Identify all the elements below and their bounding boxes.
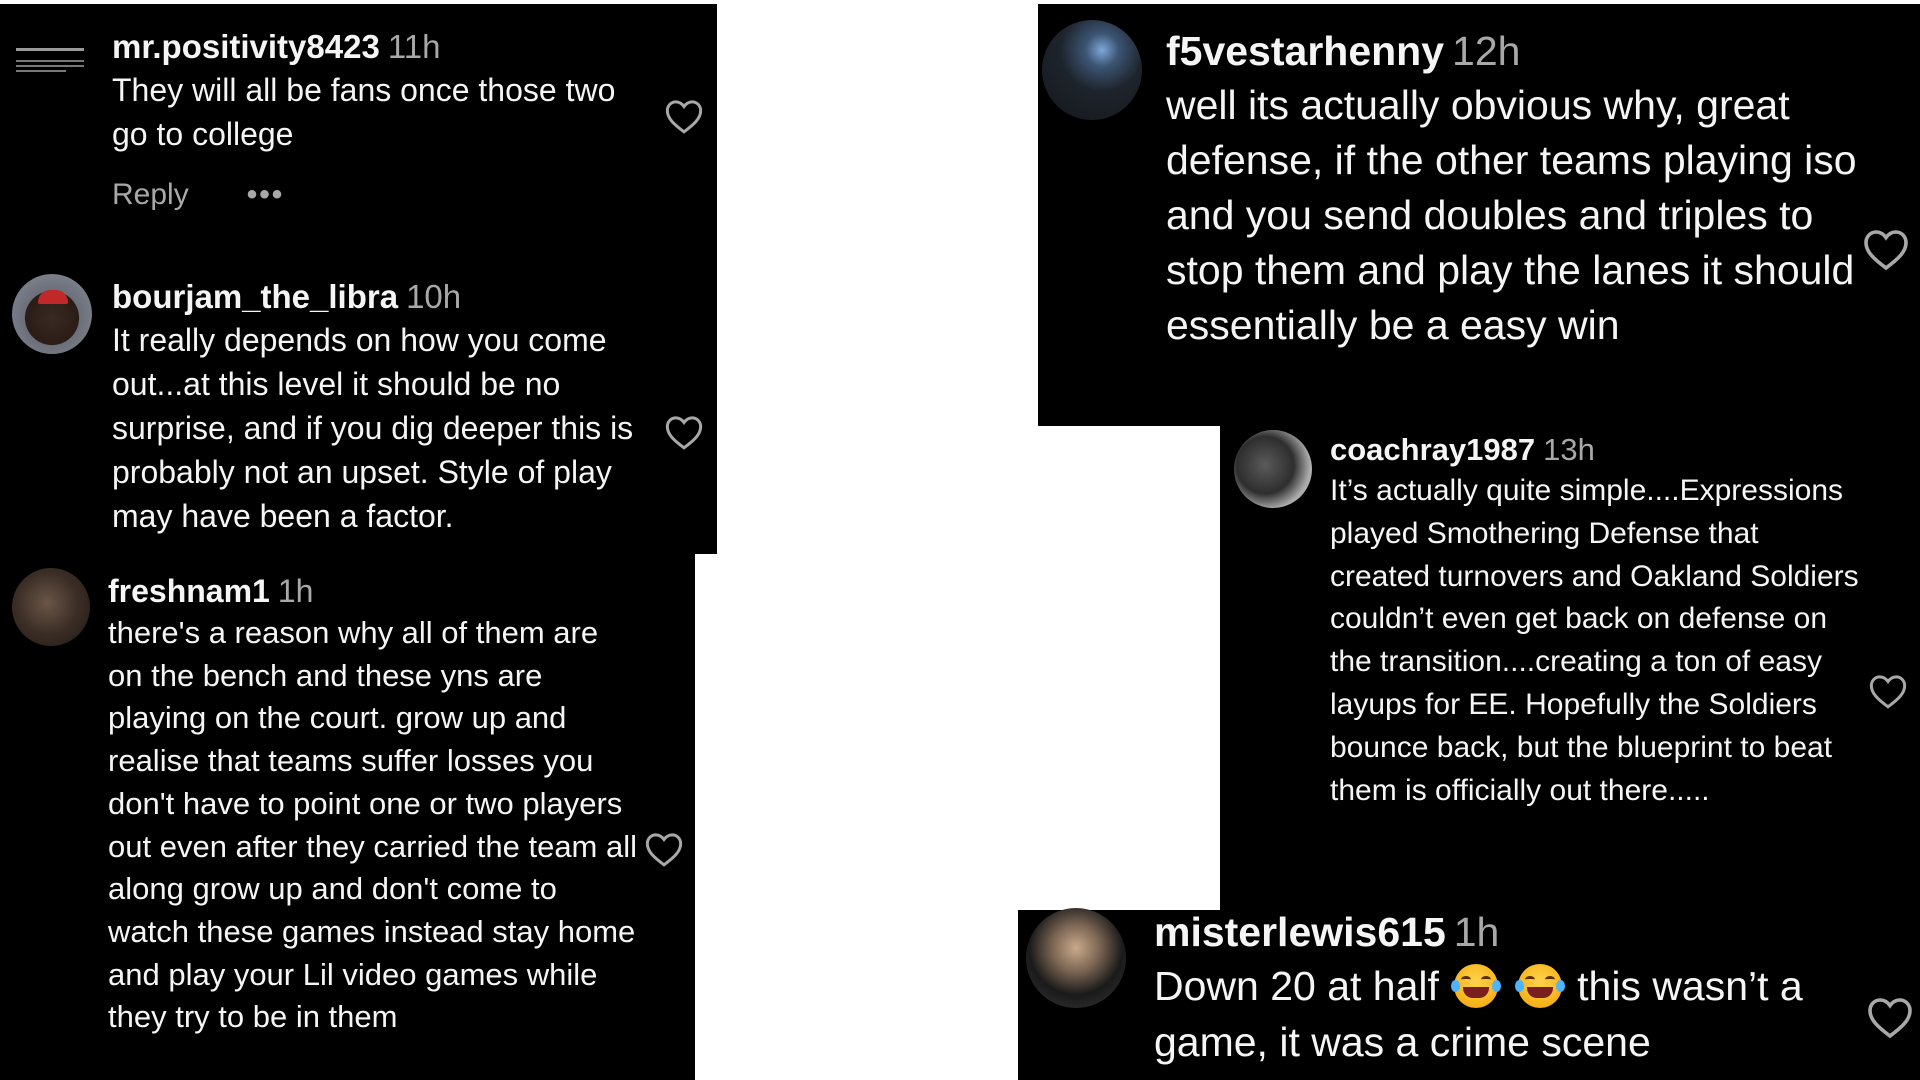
- comment: misterlewis615 1h Down 20 at half this wa…: [1154, 906, 1854, 1070]
- comment-username[interactable]: f5vestarhenny: [1166, 28, 1444, 74]
- comment-timestamp: 13h: [1543, 432, 1595, 467]
- comment-username[interactable]: bourjam_the_libra: [112, 278, 398, 315]
- laughing-tears-emoji: [1514, 964, 1565, 1008]
- comment-text: there's a reason why all of them are on …: [108, 615, 638, 1035]
- comment-actions: Reply •••: [112, 178, 284, 212]
- comment: bourjam_the_libra 10h It really depends o…: [112, 276, 652, 538]
- comment: coachray1987 13h It’s actually quite simp…: [1330, 430, 1860, 812]
- like-button[interactable]: [1862, 226, 1910, 272]
- comment-text: They will all be fans once those two go …: [112, 72, 616, 152]
- avatar[interactable]: [1026, 908, 1126, 1008]
- heart-outline-icon: [1862, 226, 1910, 272]
- comment-timestamp: 10h: [406, 278, 462, 315]
- comment-text: It really depends on how you come out...…: [112, 322, 634, 534]
- comment: mr.positivity8423 11h They will all be fa…: [112, 26, 652, 156]
- like-button[interactable]: [1866, 994, 1914, 1040]
- comment-text: It’s actually quite simple....Expression…: [1330, 474, 1859, 807]
- comment-text-start: Down 20 at half: [1154, 963, 1439, 1009]
- comment-username[interactable]: misterlewis615: [1154, 909, 1446, 955]
- avatar[interactable]: [12, 34, 88, 110]
- comment-timestamp: 12h: [1452, 28, 1521, 74]
- comment-username[interactable]: freshnam1: [108, 573, 270, 609]
- like-button[interactable]: [664, 413, 704, 451]
- heart-outline-icon: [1868, 672, 1908, 710]
- comment-timestamp: 1h: [1453, 909, 1500, 955]
- more-options-button[interactable]: •••: [247, 178, 285, 212]
- like-button[interactable]: [644, 830, 684, 868]
- comment-username[interactable]: coachray1987: [1330, 432, 1535, 467]
- heart-outline-icon: [664, 97, 704, 135]
- avatar[interactable]: [12, 568, 90, 646]
- comment: f5vestarhenny 12h well its actually obvio…: [1166, 24, 1866, 353]
- laughing-tears-emoji: [1451, 964, 1502, 1008]
- reply-button[interactable]: Reply: [112, 178, 189, 212]
- like-button[interactable]: [1868, 672, 1908, 710]
- avatar[interactable]: [1234, 430, 1312, 508]
- comment-text: well its actually obvious why, great def…: [1166, 82, 1857, 348]
- avatar[interactable]: [1042, 20, 1142, 120]
- heart-outline-icon: [1866, 994, 1914, 1040]
- comment-timestamp: 1h: [277, 573, 314, 609]
- heart-outline-icon: [664, 413, 704, 451]
- comment-timestamp: 11h: [387, 28, 441, 65]
- comment: freshnam1 1h there's a reason why all of …: [108, 570, 638, 1039]
- comment-text: Down 20 at half this wasn’t a game, it w…: [1154, 958, 1854, 1070]
- like-button[interactable]: [664, 97, 704, 135]
- heart-outline-icon: [644, 830, 684, 868]
- avatar[interactable]: [12, 274, 92, 354]
- comment-username[interactable]: mr.positivity8423: [112, 28, 380, 65]
